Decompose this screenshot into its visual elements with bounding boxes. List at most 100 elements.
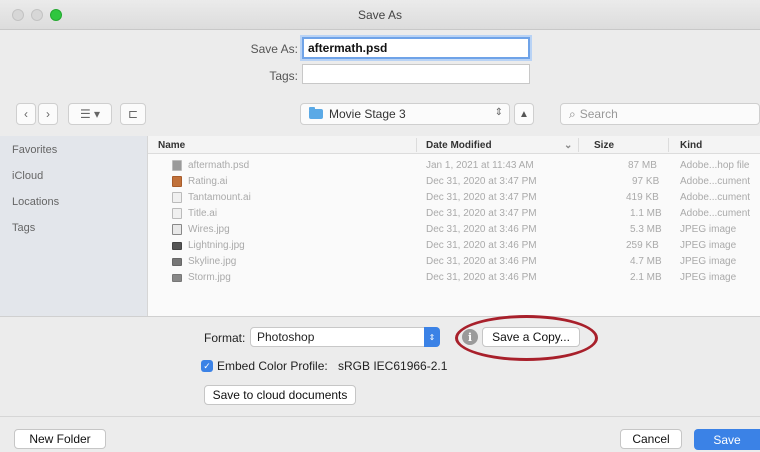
chevron-left-icon: ‹ <box>24 107 28 121</box>
forward-button[interactable]: › <box>38 103 58 125</box>
save-to-cloud-button[interactable]: Save to cloud documents <box>204 385 356 405</box>
file-size: 87 MB <box>628 160 657 171</box>
column-name[interactable]: Name <box>158 140 185 151</box>
table-row[interactable]: Storm.jpg Dec 31, 2020 at 3:46 PM 2.1 MB… <box>148 270 760 286</box>
file-name: Title.ai <box>188 208 218 219</box>
psd-file-icon <box>172 160 182 171</box>
file-kind: Adobe...cument <box>680 192 751 203</box>
file-date: Dec 31, 2020 at 3:46 PM <box>426 224 537 235</box>
sidebar-item-tags[interactable]: Tags <box>12 222 35 234</box>
file-name: Wires.jpg <box>188 224 230 235</box>
location-popup[interactable]: Movie Stage 3 ⇕ <box>300 103 510 125</box>
file-date: Dec 31, 2020 at 3:46 PM <box>426 240 537 251</box>
search-field[interactable]: ⌕ Search <box>560 103 760 125</box>
embed-color-profile-value: sRGB IEC61966-2.1 <box>338 359 448 373</box>
file-kind: JPEG image <box>680 224 737 235</box>
file-size: 419 KB <box>626 192 659 203</box>
file-size: 2.1 MB <box>630 272 662 283</box>
file-size: 4.7 MB <box>630 256 662 267</box>
table-row[interactable]: Skyline.jpg Dec 31, 2020 at 3:46 PM 4.7 … <box>148 254 760 270</box>
tags-input[interactable] <box>307 67 525 81</box>
embed-color-profile-label: Embed Color Profile: <box>217 359 328 373</box>
new-folder-icon: ⊏ <box>127 107 139 121</box>
file-size: 97 KB <box>632 176 660 187</box>
file-date: Dec 31, 2020 at 3:46 PM <box>426 256 537 267</box>
column-kind[interactable]: Kind <box>680 140 702 151</box>
file-size: 1.1 MB <box>630 208 662 219</box>
sidebar-item-icloud[interactable]: iCloud <box>12 170 43 182</box>
file-name: aftermath.psd <box>188 160 250 171</box>
tags-label: Tags: <box>269 69 298 83</box>
file-kind: Adobe...cument <box>680 176 751 187</box>
column-divider <box>668 138 669 152</box>
window-title: Save As <box>357 8 403 22</box>
file-date: Dec 31, 2020 at 3:47 PM <box>426 192 537 203</box>
file-name: Storm.jpg <box>188 272 231 283</box>
location-label: Movie Stage 3 <box>329 107 406 121</box>
sidebar-item-locations[interactable]: Locations <box>12 196 59 208</box>
list-header: Name Date Modified ⌄ Size Kind <box>148 136 760 154</box>
column-divider <box>416 138 417 152</box>
sidebar: Favorites iCloud Locations Tags <box>0 136 148 316</box>
table-row[interactable]: Title.ai Dec 31, 2020 at 3:47 PM 1.1 MB … <box>148 206 760 222</box>
search-placeholder: Search <box>579 107 618 121</box>
updown-arrows-icon: ⇕ <box>494 107 503 118</box>
file-kind: Adobe...hop file <box>680 160 750 171</box>
column-size[interactable]: Size <box>594 140 614 151</box>
list-view-icon: ☰ ▾ <box>79 107 101 121</box>
sidebar-item-favorites[interactable]: Favorites <box>12 144 57 156</box>
chevron-right-icon: › <box>46 107 50 121</box>
title-bar: Save As <box>0 0 760 30</box>
file-date: Dec 31, 2020 at 3:47 PM <box>426 208 537 219</box>
back-button[interactable]: ‹ <box>16 103 36 125</box>
column-date-modified[interactable]: Date Modified <box>426 140 492 151</box>
file-date: Jan 1, 2021 at 11:43 AM <box>426 160 534 171</box>
table-row[interactable]: Wires.jpg Dec 31, 2020 at 3:46 PM 5.3 MB… <box>148 222 760 238</box>
ai-file-icon <box>172 208 182 219</box>
file-date: Dec 31, 2020 at 3:47 PM <box>426 176 537 187</box>
file-size: 259 KB <box>626 240 659 251</box>
jpeg-file-icon <box>172 258 182 266</box>
column-divider <box>578 138 579 152</box>
chevron-up-icon: ▲ <box>519 108 529 120</box>
table-row[interactable]: aftermath.psd Jan 1, 2021 at 11:43 AM 87… <box>148 158 760 174</box>
file-name: Tantamount.ai <box>188 192 251 203</box>
tags-field[interactable] <box>302 64 530 84</box>
save-button[interactable]: Save <box>694 429 760 450</box>
table-row[interactable]: Rating.ai Dec 31, 2020 at 3:47 PM 97 KB … <box>148 174 760 190</box>
file-name: Rating.ai <box>188 176 228 187</box>
save-as-input[interactable] <box>308 41 524 55</box>
ai-file-icon <box>172 192 182 203</box>
new-folder-toolbar-button[interactable]: ⊏ <box>120 103 146 125</box>
jpeg-file-icon <box>172 242 182 250</box>
file-kind: Adobe...cument <box>680 208 751 219</box>
cancel-button[interactable]: Cancel <box>620 429 682 449</box>
format-label: Format: <box>204 331 246 345</box>
file-date: Dec 31, 2020 at 3:46 PM <box>426 272 537 283</box>
collapse-button[interactable]: ▲ <box>514 103 534 125</box>
file-kind: JPEG image <box>680 240 737 251</box>
table-row[interactable]: Lightning.jpg Dec 31, 2020 at 3:46 PM 25… <box>148 238 760 254</box>
embed-color-profile-checkbox[interactable]: ✓ <box>201 360 213 372</box>
table-row[interactable]: Tantamount.ai Dec 31, 2020 at 3:47 PM 41… <box>148 190 760 206</box>
file-list: Name Date Modified ⌄ Size Kind aftermath… <box>148 136 760 316</box>
file-size: 5.3 MB <box>630 224 662 235</box>
file-name: Lightning.jpg <box>188 240 245 251</box>
search-icon: ⌕ <box>569 106 576 121</box>
save-a-copy-button[interactable]: Save a Copy... <box>482 327 580 347</box>
file-kind: JPEG image <box>680 272 737 283</box>
sort-chevron-icon: ⌄ <box>564 140 573 151</box>
new-folder-button[interactable]: New Folder <box>14 429 106 449</box>
ai-file-icon <box>172 176 182 187</box>
checkmark-icon: ✓ <box>203 360 211 371</box>
file-kind: JPEG image <box>680 256 737 267</box>
save-as-label: Save As: <box>250 42 298 56</box>
format-value: Photoshop <box>257 330 315 344</box>
view-mode-button[interactable]: ☰ ▾ <box>68 103 112 125</box>
save-as-field[interactable] <box>302 37 530 59</box>
jpeg-file-icon <box>172 274 182 282</box>
info-icon[interactable]: i <box>462 329 478 345</box>
file-name: Skyline.jpg <box>188 256 237 267</box>
updown-arrows-icon: ⇕ <box>424 327 440 347</box>
format-popup[interactable]: Photoshop ⇕ <box>250 327 440 347</box>
